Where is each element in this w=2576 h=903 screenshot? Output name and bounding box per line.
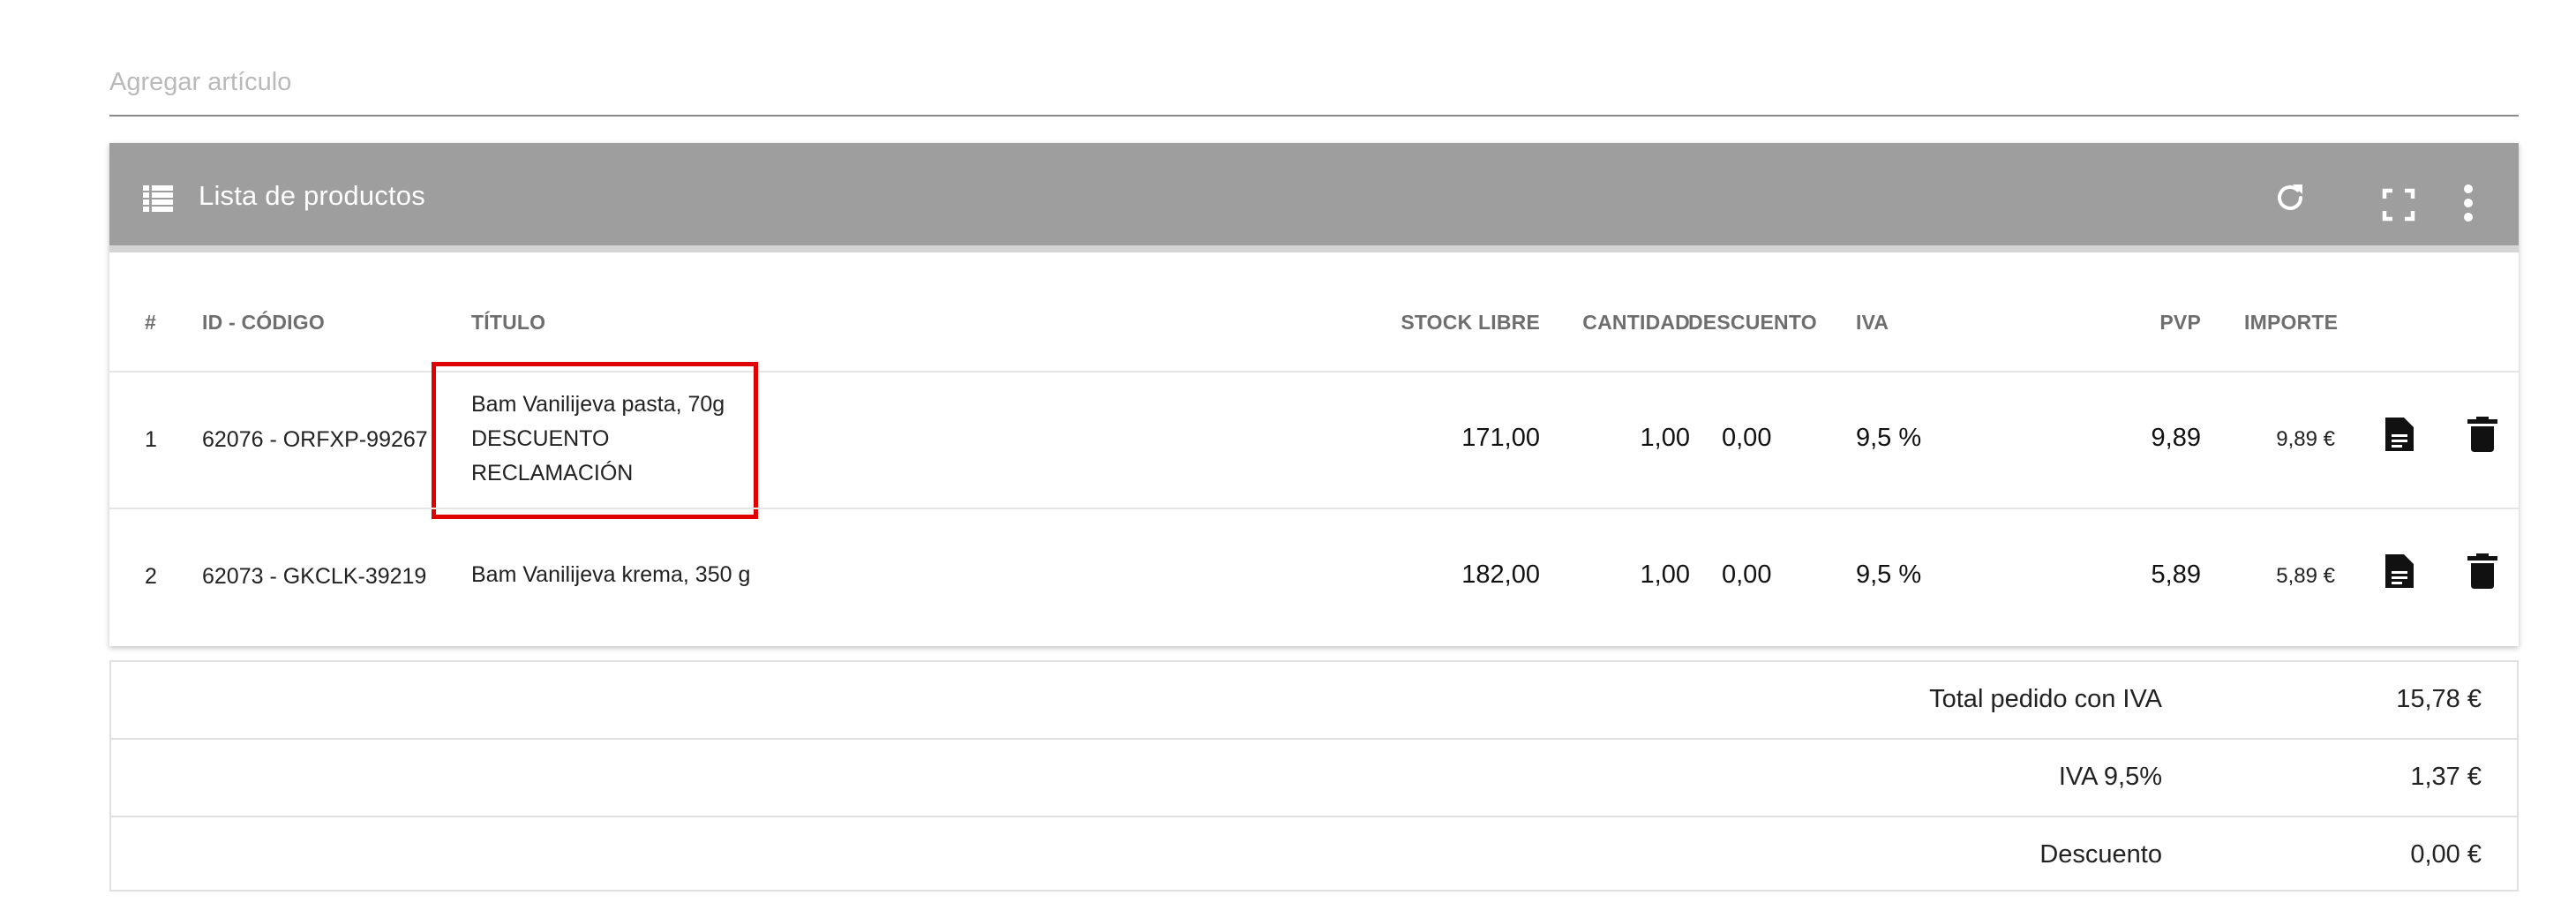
row-quantity[interactable]: 1,00 <box>1641 424 1690 453</box>
col-header-discount: DESCUENTO <box>1688 311 1817 334</box>
row-price: 9,89 <box>2151 424 2201 452</box>
row-stock: 171,00 <box>1461 424 1540 452</box>
row-stock: 182,00 <box>1461 561 1540 589</box>
trash-icon[interactable] <box>2466 415 2499 454</box>
col-header-stock: STOCK LIBRE <box>1401 311 1540 334</box>
row-title: Bam Vanilijeva pasta, 70g DESCUENTO RECL… <box>471 388 725 491</box>
row-title-line: Bam Vanilijeva pasta, 70g <box>471 392 725 417</box>
discount-value: 0,00 € <box>2410 840 2482 869</box>
order-totals: Total pedido con IVA 15,78 € IVA 9,5% 1,… <box>109 660 2519 892</box>
product-list-header: Lista de productos <box>109 143 2519 252</box>
row-price: 5,89 <box>2151 561 2201 589</box>
row-divider <box>109 508 2519 509</box>
row-discount[interactable]: 0,00 <box>1722 561 1771 590</box>
row-divider <box>109 371 2519 372</box>
col-header-price: PVP <box>2159 311 2201 334</box>
fullscreen-icon[interactable] <box>2381 187 2416 222</box>
trash-icon[interactable] <box>2466 552 2499 591</box>
row-title-line: RECLAMACIÓN <box>471 461 634 485</box>
row-vat: 9,5 % <box>1856 561 1922 589</box>
vat-row: IVA 9,5% 1,37 € <box>111 740 2517 816</box>
vat-value: 1,37 € <box>2410 763 2482 791</box>
row-title-line: DESCUENTO <box>471 426 610 451</box>
col-header-id: ID - CÓDIGO <box>202 311 325 334</box>
discount-row: Descuento 0,00 € <box>111 817 2517 893</box>
total-with-vat-label: Total pedido con IVA <box>1929 685 2162 713</box>
row-discount[interactable]: 0,00 <box>1722 424 1771 453</box>
document-icon[interactable] <box>2383 552 2416 591</box>
col-header-vat: IVA <box>1856 311 1889 334</box>
row-quantity[interactable]: 1,00 <box>1641 561 1690 590</box>
row-number: 2 <box>145 564 157 589</box>
list-icon <box>143 185 173 212</box>
product-list-card: Lista de productos # ID - CÓDIGO TÍTULO … <box>109 143 2519 646</box>
refresh-icon[interactable] <box>2272 180 2308 215</box>
row-title: Bam Vanilijeva krema, 350 g <box>471 558 750 592</box>
col-header-amount: IMPORTE <box>2244 311 2339 334</box>
add-article-input[interactable] <box>109 49 2519 117</box>
row-id-code: 62076 - ORFXP-99267 <box>202 427 428 452</box>
vat-label: IVA 9,5% <box>2058 763 2162 791</box>
product-list-title: Lista de productos <box>199 180 425 211</box>
row-title-line: Bam Vanilijeva krema, 350 g <box>471 562 751 587</box>
document-icon[interactable] <box>2383 415 2416 454</box>
row-vat: 9,5 % <box>1856 424 1922 452</box>
row-amount: 5,89 € <box>2276 564 2335 588</box>
total-with-vat-value: 15,78 € <box>2396 685 2482 713</box>
more-vert-icon[interactable] <box>2455 184 2482 222</box>
total-with-vat-row: Total pedido con IVA 15,78 € <box>111 662 2517 738</box>
row-number: 1 <box>145 427 157 452</box>
discount-label: Descuento <box>2039 840 2162 869</box>
col-header-quantity: CANTIDAD <box>1582 311 1690 334</box>
col-header-number: # <box>145 311 156 334</box>
row-amount: 9,89 € <box>2276 427 2335 451</box>
col-header-title: TÍTULO <box>471 311 546 334</box>
row-id-code: 62073 - GKCLK-39219 <box>202 564 427 589</box>
